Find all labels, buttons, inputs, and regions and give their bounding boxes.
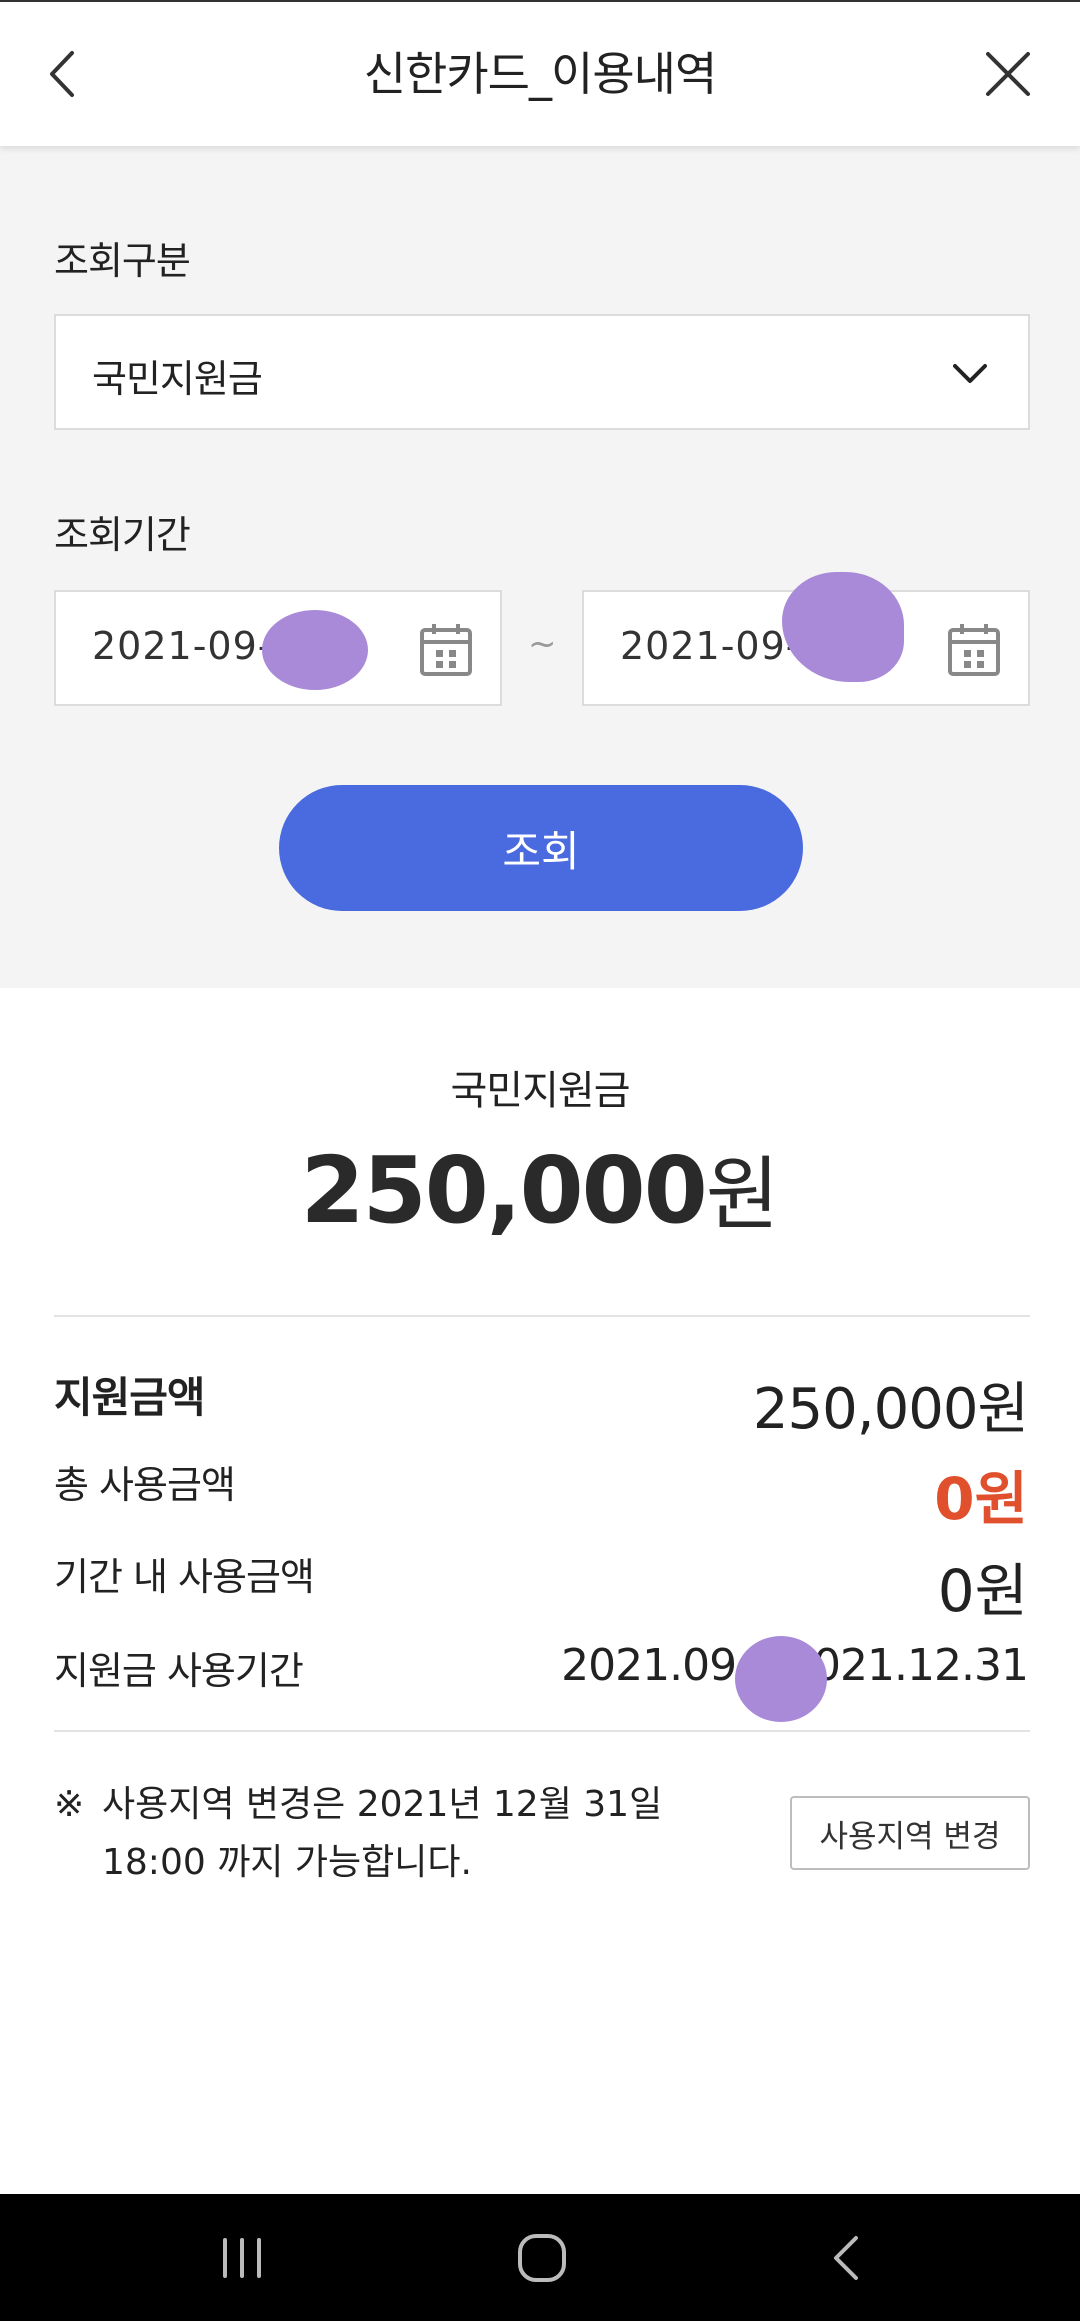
close-icon [986, 52, 1030, 96]
notice-line-2: 18:00 까지 가능합니다. [102, 1842, 472, 1883]
notice-text: 사용지역 변경은 2021년 12월 31일 18:00 까지 가능합니다. [102, 1776, 702, 1892]
redaction-mark [262, 610, 368, 690]
category-label: 조회구분 [54, 239, 191, 283]
back-icon [834, 2236, 858, 2280]
search-panel: 조회구분 국민지원금 조회기간 2021-09- ~ 2021-09- 조회 [0, 146, 1080, 988]
close-button[interactable] [976, 42, 1040, 106]
category-selected-value: 국민지원금 [92, 357, 263, 401]
total-used-value: 0원 [934, 1465, 1028, 1533]
system-back-button[interactable] [806, 2218, 886, 2298]
support-amount-value: 250,000원 [752, 1377, 1029, 1442]
calendar-icon [420, 624, 472, 676]
notice-mark: ※ [54, 1784, 85, 1825]
notice-line-1: 사용지역 변경은 2021년 12월 31일 [102, 1784, 663, 1825]
app-header: 신한카드_이용내역 [0, 0, 1080, 146]
start-date-field[interactable]: 2021-09- [54, 590, 502, 706]
summary-name: 국민지원금 [450, 1068, 631, 1114]
category-select[interactable]: 국민지원금 [54, 314, 1030, 430]
search-button[interactable]: 조회 [279, 785, 803, 911]
redaction-mark [735, 1636, 827, 1722]
divider [54, 1315, 1030, 1317]
total-used-label: 총 사용금액 [54, 1463, 236, 1507]
change-region-button[interactable]: 사용지역 변경 [790, 1796, 1030, 1870]
period-label: 조회기간 [54, 513, 191, 557]
support-amount-label: 지원금액 [54, 1373, 206, 1422]
home-icon [518, 2234, 566, 2282]
divider [54, 1730, 1030, 1732]
period-used-label: 기간 내 사용금액 [54, 1555, 315, 1599]
chevron-down-icon [948, 352, 992, 396]
date-separator: ~ [528, 624, 557, 664]
home-button[interactable] [502, 2218, 582, 2298]
system-nav-bar [0, 2194, 1080, 2321]
period-used-value: 0원 [937, 1557, 1028, 1625]
summary-amount: 250,000원 [0, 1130, 1080, 1246]
end-date-text: 2021-09- [620, 624, 801, 668]
page-title: 신한카드_이용내역 [363, 47, 718, 101]
recent-apps-icon [223, 2238, 261, 2278]
summary-amount-number: 250,000 [300, 1137, 708, 1244]
end-date-field[interactable]: 2021-09- [582, 572, 1030, 706]
summary-amount-unit: 원 [705, 1148, 780, 1241]
usage-period-label: 지원금 사용기간 [54, 1649, 304, 1693]
calendar-icon [948, 624, 1000, 676]
recent-apps-button[interactable] [202, 2218, 282, 2298]
start-date-text: 2021-09- [92, 624, 273, 668]
